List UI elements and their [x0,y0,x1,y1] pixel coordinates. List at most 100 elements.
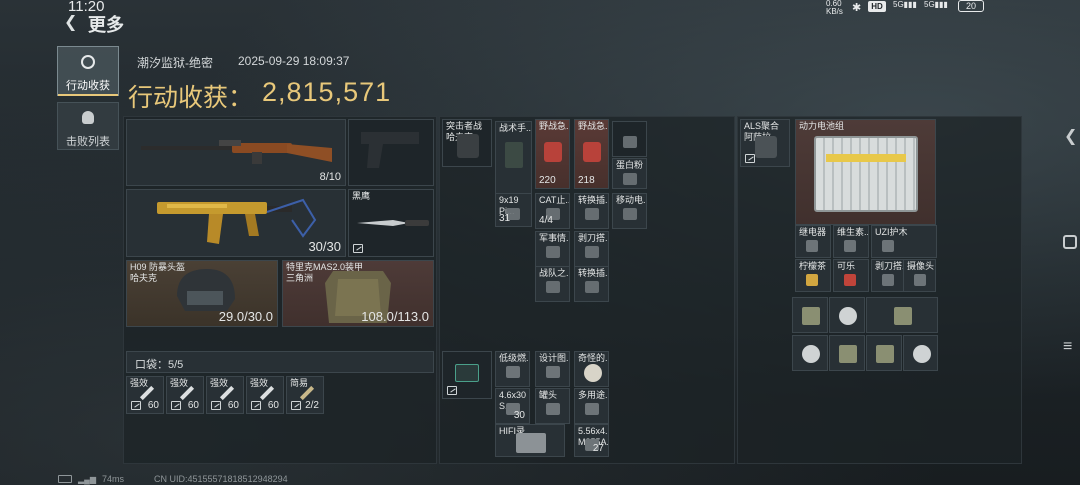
rig-item[interactable]: 野战急... 220 [535,119,570,189]
rig-item[interactable]: 9x19 Pi...31 [495,193,532,227]
helmet-slot[interactable]: H09 防暴头盔 哈夫克 29.0/30.0 [126,260,278,327]
item-icon [806,274,818,286]
safe-extra-item[interactable] [866,335,902,371]
bag-icon [455,364,479,382]
pocket-slot[interactable]: 强效 60 [246,376,284,414]
safe-extra-item[interactable] [829,297,865,333]
item-icon [806,240,818,252]
tab-loot[interactable]: 行动收获 [57,46,119,96]
item-icon [546,281,560,293]
item-icon [844,274,856,286]
rig-item[interactable]: CAT止... 4/4 [535,193,570,229]
rifle-part-icon [894,307,912,325]
insured-icon [251,401,261,410]
rig-count: 220 [539,175,556,186]
armor-durability: 108.0/113.0 [361,309,429,324]
rig-item[interactable]: 转换插... [574,266,609,302]
battery-small-icon [58,475,72,483]
rig-item[interactable]: 移动电... [612,193,647,229]
medkit-icon [544,142,562,162]
coin-icon [802,345,820,363]
item-label: 野战急... [578,121,608,131]
backpack-item[interactable]: HIFI录... [495,424,565,457]
rig-item[interactable]: 野战急... 218 [574,119,609,189]
rig-item[interactable]: 剥刀搭... [574,231,609,267]
insured-icon [353,244,363,253]
backpack-item[interactable]: 罐头 [535,388,570,424]
loot-total-label: 行动收获： [128,84,254,112]
primary-weapon-slot[interactable]: 8/10 [126,119,346,186]
rifle-ammo: 8/10 [319,171,341,183]
rig-item[interactable]: 突击者战 哈夫克 [442,119,492,167]
safe-extra-item[interactable] [829,335,865,371]
wifi-icon: ▂▄▆ [78,475,96,484]
armor-slot[interactable]: 特里克MAS2.0装甲 三角洲 108.0/113.0 [282,260,434,327]
item-icon [623,208,637,220]
safe-extra-item[interactable] [866,297,938,333]
item-label: 罐头 [539,390,558,400]
insured-icon [291,401,301,410]
back-arrow-icon[interactable]: ❮ [64,12,77,32]
rig-count: 218 [578,175,595,186]
backpack-item[interactable]: 多用途... [574,388,609,424]
item-label: 可乐 [837,261,856,271]
item-label: 多用途... [578,390,608,400]
item-label: 柠檬茶 [799,261,827,271]
safe-item[interactable]: 可乐 [833,259,869,292]
page-title[interactable]: 更多 [88,11,124,37]
tab-kills[interactable]: 击败列表 [57,102,119,150]
safe-item[interactable]: ALS聚合 阿萨拉 [740,119,790,167]
backpack-item[interactable] [442,351,492,399]
backpack-item[interactable]: 低级燃... [495,351,530,387]
bullet-icon [876,345,894,363]
backpack-item[interactable]: 4.6x30 S...30 [495,388,530,424]
item-label: 简易 [290,378,309,388]
nav-menu-icon[interactable]: ≡ [1063,338,1072,356]
device-icon [755,136,777,158]
rig-item[interactable] [612,121,647,157]
tab-kills-label: 击败列表 [66,136,110,148]
item-label: 强效 [130,378,149,388]
pocket-count: 60 [267,400,279,411]
item-icon [882,274,894,286]
sidearm-slot[interactable] [348,119,434,186]
safe-item-battery[interactable]: 动力电池组 [795,119,936,225]
secondary-weapon-slot[interactable]: 30/30 [126,189,346,257]
melee-slot[interactable]: 黑鹰 [348,189,434,257]
safe-item[interactable]: 柠檬茶 [795,259,831,292]
rig-item[interactable]: 军事情... [535,231,570,267]
safe-item[interactable]: 维生素... [833,225,869,258]
pocket-slot[interactable]: 强效 60 [126,376,164,414]
pockets-header: 口袋：5/5 [126,351,434,373]
insured-icon [745,154,755,163]
raid-datetime: 2025-09-29 18:09:37 [238,54,350,68]
safe-item[interactable]: UZI护木 [871,225,937,258]
backpack-item[interactable]: 设计图... [535,351,570,387]
item-icon [623,173,637,185]
backpack-count: 27 [592,443,604,454]
item-label: 继电器 [799,227,827,237]
safe-item[interactable]: 摄像头 [903,259,936,292]
nav-home-icon[interactable] [1063,235,1077,249]
pocket-slot[interactable]: 强效 60 [206,376,244,414]
safe-extra-item[interactable] [903,335,938,371]
pocket-slot[interactable]: 强效 60 [166,376,204,414]
rig-item[interactable]: 蛋白粉 [612,158,647,189]
safe-item[interactable]: 继电器 [795,225,831,258]
backpack-item[interactable]: 5.56x4... M855A...27 [574,424,609,457]
backpack-icon [457,134,479,158]
item-label: 强效 [170,378,189,388]
coin-icon [912,345,931,363]
backpack-item[interactable]: 奇怪的... [574,351,609,387]
rig-item[interactable]: 转换插... [574,193,609,229]
nav-back-icon[interactable]: ❮ [1064,126,1077,146]
safe-extra-item[interactable] [792,297,828,333]
safe-extra-item[interactable] [792,335,828,371]
pocket-slot[interactable]: 简易 2/2 [286,376,324,414]
loot-total-value: 2,815,571 [262,77,392,107]
tactical-kit-icon [505,142,523,168]
item-icon [546,366,560,378]
pocket-count: 60 [147,400,159,411]
safe-item[interactable]: 剥刀搭... [871,259,907,292]
rig-item[interactable]: 战队之... [535,266,570,302]
